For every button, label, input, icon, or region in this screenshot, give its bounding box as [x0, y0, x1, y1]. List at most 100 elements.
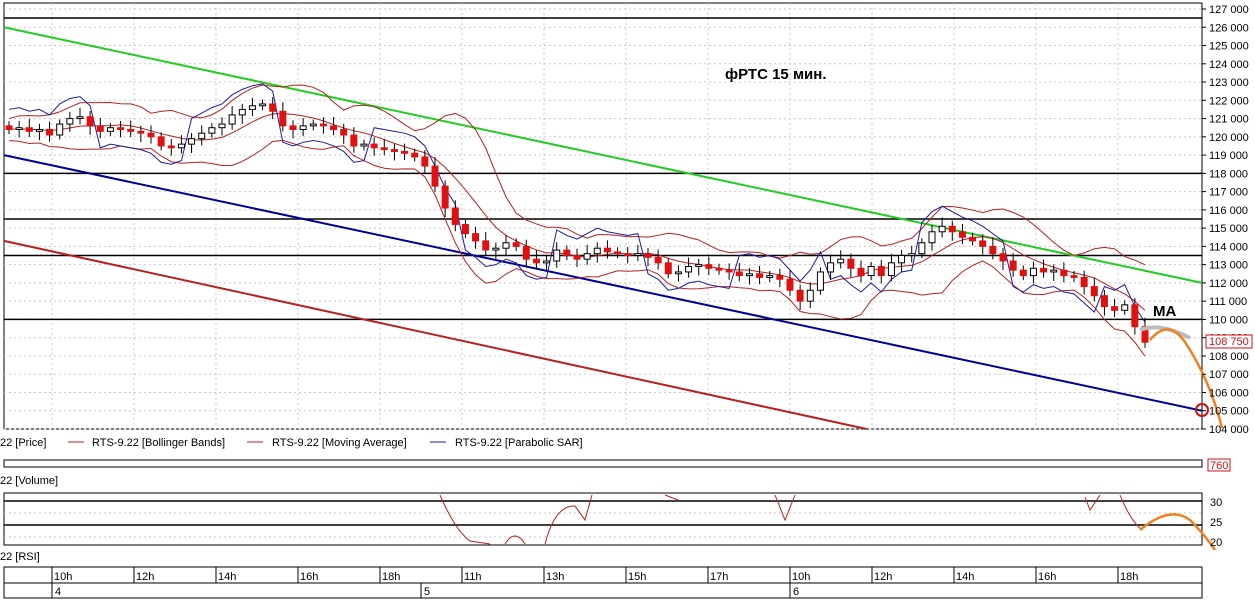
time-tick-label: 12h [874, 571, 892, 583]
rsi-tick-20: 20 [1210, 537, 1222, 549]
candle-body [218, 123, 226, 129]
volume-value: 760 [1210, 460, 1228, 472]
candle-body [1060, 269, 1068, 277]
candle-body [401, 150, 409, 154]
legend-price: 22 [Price] [0, 437, 46, 449]
candle-body [228, 114, 236, 125]
time-tick-label: 12h [136, 571, 154, 583]
time-tick-label: 18h [382, 571, 400, 583]
candle-body [685, 265, 693, 273]
time-tick-label: 15h [628, 571, 646, 583]
candle-body [299, 125, 307, 131]
candle-body [674, 271, 682, 275]
ma-annotation: MA [1153, 303, 1176, 320]
legend-moving-average: RTS-9.22 [Moving Average] [272, 437, 407, 449]
candle-body [319, 123, 327, 127]
candle-body [259, 103, 267, 107]
candle-body [35, 129, 43, 132]
candle-body [1009, 260, 1017, 271]
candle-body [279, 110, 287, 127]
time-tick-label: 10h [792, 571, 810, 583]
candle-body [786, 278, 794, 291]
candle-body [725, 269, 733, 273]
candle-body [766, 275, 774, 278]
candle-body [46, 129, 54, 136]
price-tick-label: 119 000 [1209, 150, 1248, 162]
candle-body [177, 143, 185, 149]
time-tick-label: 14h [956, 571, 974, 583]
candle-body [208, 127, 216, 134]
time-tick-label: 18h [1120, 571, 1138, 583]
candle-body [1080, 276, 1088, 288]
candle-body [472, 233, 480, 242]
price-tick-label: 125 000 [1209, 41, 1249, 53]
candle-body [289, 125, 297, 131]
candle-body [543, 260, 551, 264]
candle-body [248, 105, 256, 110]
candle-body [117, 127, 125, 131]
candle-body [441, 185, 449, 209]
time-tick-label: 14h [218, 571, 236, 583]
candle-body [238, 108, 246, 116]
price-tick-label: 110 000 [1209, 314, 1248, 326]
candle-body [5, 125, 13, 131]
candle-body [796, 289, 804, 302]
candle-body [837, 258, 845, 264]
candle-body [512, 242, 520, 247]
trading-chart: 104 000105 000106 000107 000108 000109 0… [0, 2, 1253, 599]
candle-body [583, 253, 591, 260]
candle-body [56, 123, 64, 136]
candle-body [370, 143, 378, 149]
time-tick-label: 17h [710, 571, 728, 583]
candle-body [431, 165, 439, 187]
price-tick-label: 104 000 [1209, 424, 1249, 436]
candle-body [938, 225, 946, 233]
candle-body [76, 116, 84, 120]
time-tick-label: 16h [300, 571, 318, 583]
price-tick-label: 120 000 [1209, 132, 1249, 144]
candle-body [1100, 295, 1108, 308]
candle-body [330, 125, 338, 131]
candle-body [979, 240, 987, 247]
candle-body [999, 253, 1007, 262]
candle-body [867, 265, 875, 277]
price-tick-label: 111 000 [1209, 296, 1247, 308]
price-tick-label: 127 000 [1209, 4, 1249, 16]
candle-body [106, 127, 114, 132]
candle-body [969, 236, 977, 242]
candle-body [624, 253, 632, 257]
candle-body [411, 152, 419, 158]
day-tick-label: 4 [55, 586, 61, 598]
candle-body [553, 249, 561, 262]
candle-body [948, 225, 956, 233]
candle-body [857, 267, 865, 277]
candle-body [421, 156, 429, 167]
candle-body [340, 129, 348, 136]
candle-body [451, 207, 459, 225]
price-tick-label: 117 000 [1209, 187, 1248, 199]
time-tick-label: 10h [54, 571, 72, 583]
candle-body [877, 265, 885, 277]
candle-body [25, 127, 33, 132]
price-tick-label: 105 000 [1209, 406, 1249, 418]
price-tick-label: 107 000 [1209, 369, 1249, 381]
candle-body [573, 255, 581, 260]
candle-body [390, 149, 398, 152]
candle-body [908, 253, 916, 257]
legend-bollinger: RTS-9.22 [Bollinger Bands] [92, 437, 225, 449]
price-tick-label: 118 000 [1209, 168, 1248, 180]
price-tick-label: 115 000 [1209, 223, 1248, 235]
candle-body [502, 242, 510, 249]
candle-body [167, 145, 175, 149]
candle-body [198, 132, 206, 140]
candle-body [532, 258, 540, 264]
price-tick-label: 116 000 [1209, 205, 1248, 217]
rsi-tick-25: 25 [1210, 517, 1222, 529]
candle-body [1040, 267, 1048, 273]
candle-body [827, 262, 835, 273]
candle-body [654, 256, 662, 264]
price-tick-label: 114 000 [1209, 241, 1248, 253]
time-tick-label: 13h [546, 571, 564, 583]
candle-body [522, 245, 530, 260]
candle-body [360, 143, 368, 147]
